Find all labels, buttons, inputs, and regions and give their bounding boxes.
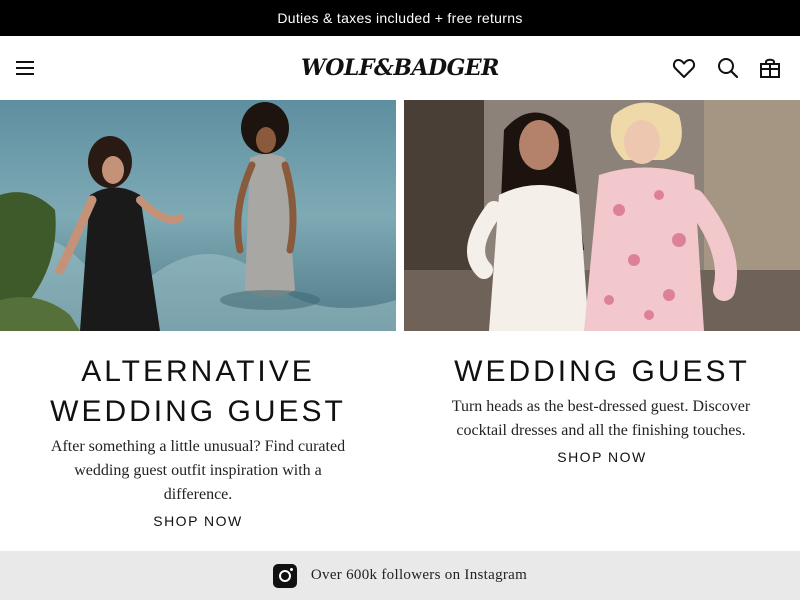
bag-icon[interactable] [757,55,783,81]
menu-icon[interactable] [14,56,36,80]
heart-icon[interactable] [671,55,697,81]
shop-now-wedding-guest-link[interactable]: SHOP NOW [502,449,702,465]
alternative-wedding-hero-image[interactable] [0,100,396,331]
wedding-guest-hero-image[interactable] [404,100,800,331]
site-logo[interactable]: WOLF&BADGER [290,53,510,83]
shop-now-alternative-link[interactable]: SHOP NOW [98,513,298,529]
card-description-alternative-wedding-guest: After something a little unusual? Find c… [50,438,346,503]
instagram-icon [272,563,297,588]
card-title-alternative-wedding-guest: ALTERNATIVE WEDDING GUEST [50,355,346,428]
promo-banner: Duties & taxes included + free returns [0,0,800,36]
card-title-wedding-guest: WEDDING GUEST [454,355,750,388]
search-icon[interactable] [715,55,741,81]
instagram-banner[interactable]: Over 600k followers on Instagram [0,551,800,600]
site-header: WOLF&BADGER [0,36,800,100]
instagram-followers-text: Over 600k followers on Instagram [310,567,528,583]
card-description-wedding-guest: Turn heads as the best-dressed guest. Di… [451,398,751,439]
promo-text: Duties & taxes included + free returns [277,10,523,26]
